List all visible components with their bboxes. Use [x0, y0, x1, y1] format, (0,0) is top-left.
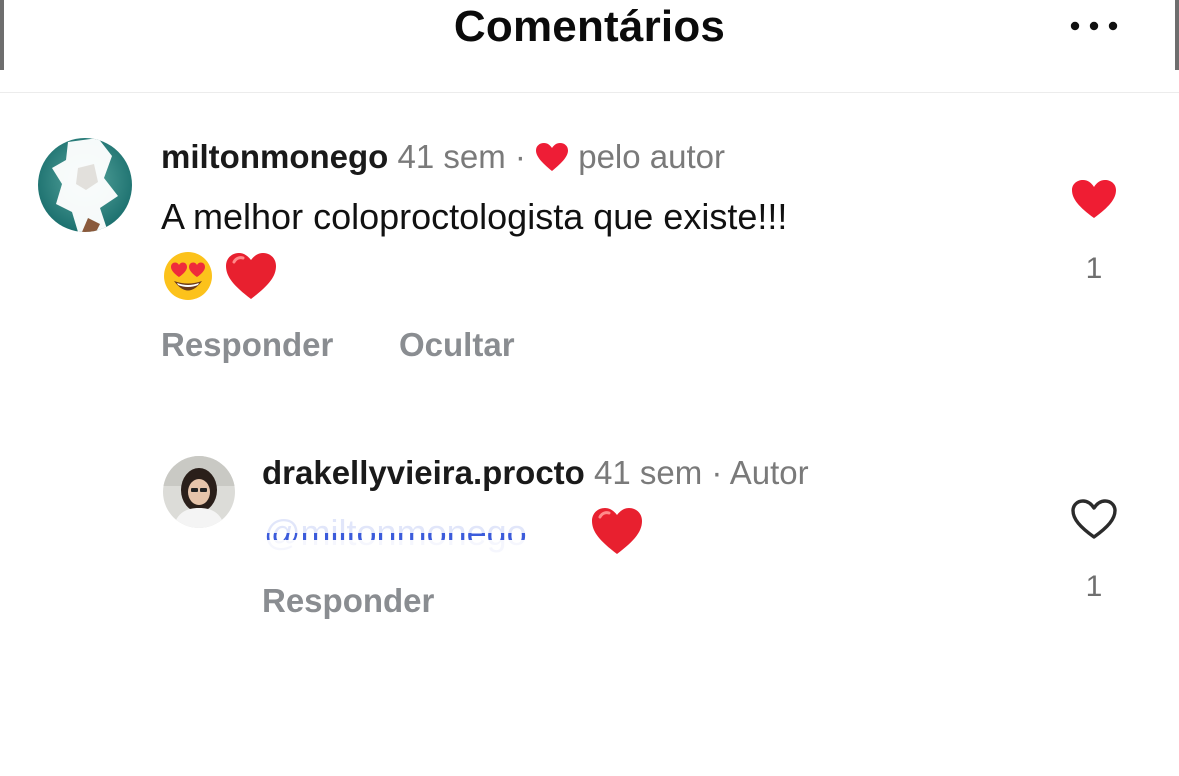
- reply-time: 41 sem: [594, 454, 703, 491]
- reply-button[interactable]: Responder: [262, 582, 434, 620]
- red-heart-emoji: [590, 505, 644, 562]
- reply-like: 1: [1064, 498, 1124, 604]
- like-button[interactable]: [1064, 498, 1124, 542]
- meta-separator: ·: [711, 454, 723, 491]
- reply-username[interactable]: drakellyvieira.procto: [262, 454, 585, 491]
- author-badge: Autor: [729, 454, 809, 491]
- like-count: 1: [1085, 570, 1103, 603]
- redaction-smear: [262, 505, 582, 533]
- reply-item: drakellyvieira.procto 41 sem · Autor @mi…: [0, 0, 1179, 776]
- avatar[interactable]: [163, 456, 235, 528]
- redaction-smear: [262, 540, 592, 556]
- heart-outline-icon: [1071, 499, 1117, 539]
- comments-sheet: Comentários miltonmonego 41 sem · pelo a…: [0, 0, 1179, 776]
- reply-meta: drakellyvieira.procto 41 sem · Autor: [262, 454, 809, 492]
- reply-emojis: [590, 505, 644, 562]
